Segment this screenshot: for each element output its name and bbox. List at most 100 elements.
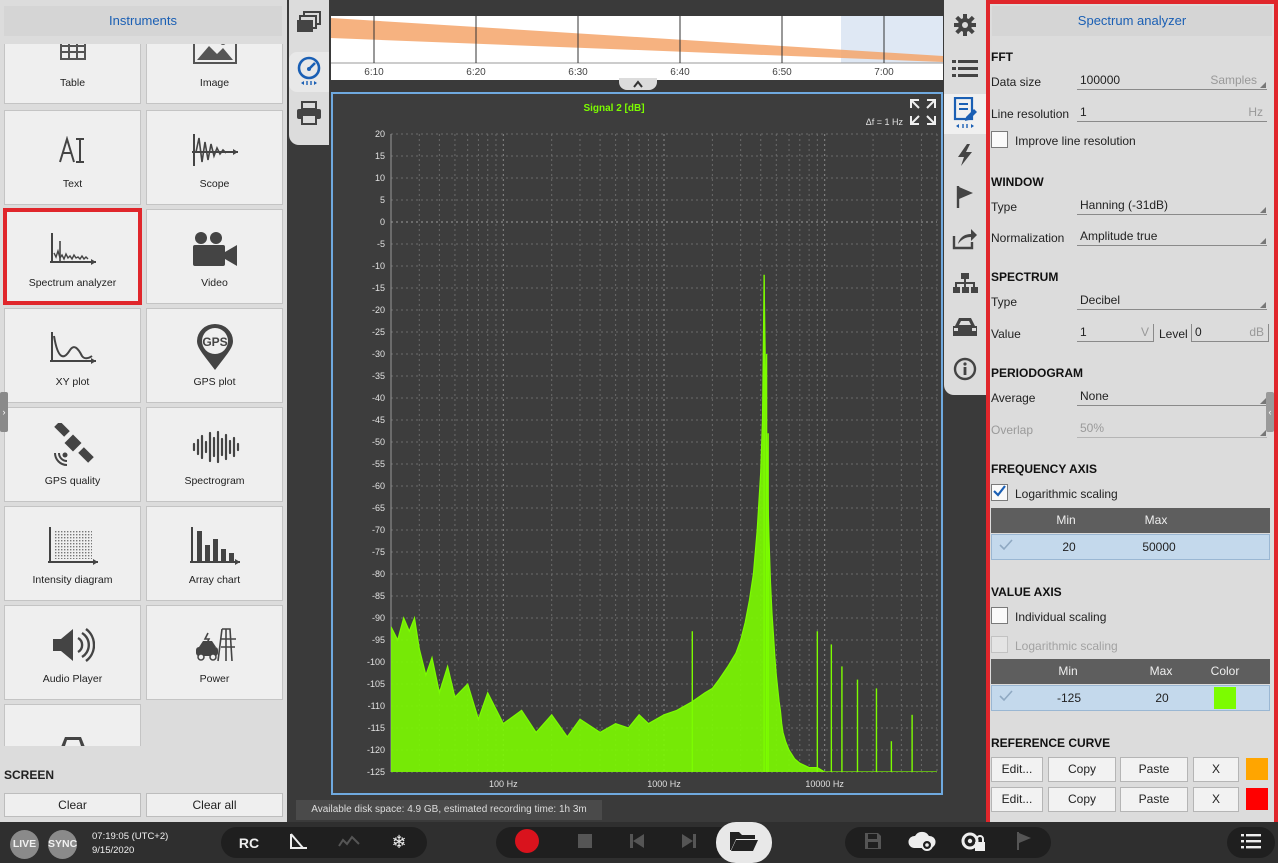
spectrum-level-unit: dB xyxy=(1249,325,1264,339)
right-collapse-handle[interactable]: ‹ xyxy=(1266,392,1274,432)
spectrum-plot-frame[interactable]: 20 15 10 5 0 -5 -10 -15 -20 -25 -30 -35 -40 -45 -50 -55… xyxy=(331,92,943,795)
improve-line-resolution-checkbox[interactable] xyxy=(991,131,1008,148)
record-button[interactable] xyxy=(510,827,544,858)
instrument-tile-gps-quality[interactable]: GPS quality xyxy=(4,407,141,502)
ref1-delete-button[interactable]: X xyxy=(1193,757,1239,782)
ref2-color-swatch[interactable] xyxy=(1246,788,1268,810)
info-button[interactable] xyxy=(944,350,986,390)
trigger-button[interactable] xyxy=(944,136,986,176)
vehicle-button[interactable] xyxy=(944,308,986,348)
y-tick-label: -100 xyxy=(367,657,385,667)
spectrum-value: 1 xyxy=(1080,325,1087,339)
text-icon xyxy=(5,125,140,175)
y-tick-label: -105 xyxy=(367,679,385,689)
y-tick-label: -65 xyxy=(372,503,385,513)
ref1-copy-button[interactable]: Copy xyxy=(1048,757,1116,782)
window-type-label: Type xyxy=(991,200,1018,214)
lock-settings-button[interactable] xyxy=(958,827,990,858)
individual-scaling-checkbox[interactable] xyxy=(991,607,1008,624)
freeze-button[interactable]: ❄ xyxy=(384,827,414,858)
chevron-up-icon xyxy=(632,78,644,92)
spectrum-type-dropdown[interactable]: Decibel xyxy=(1077,292,1267,310)
instrument-tile-intensity-diagram[interactable]: Intensity diagram xyxy=(4,506,141,601)
ref2-delete-button[interactable]: X xyxy=(1193,787,1239,812)
normalization-dropdown[interactable]: Amplitude true xyxy=(1077,228,1267,246)
instrument-tile-spectrum-analyzer[interactable]: Spectrum analyzer xyxy=(3,208,142,305)
fullscreen-icon[interactable] xyxy=(910,99,936,125)
x-tick-label: 100 Hz xyxy=(489,779,518,789)
instrument-tile-array-chart[interactable]: Array chart xyxy=(146,506,283,601)
properties-tab-button[interactable] xyxy=(944,94,986,134)
overview-timeline[interactable]: 6:10 6:20 6:30 6:40 6:50 7:00 xyxy=(331,16,943,80)
ref1-paste-button[interactable]: Paste xyxy=(1120,757,1188,782)
spectrum-value-label: Value xyxy=(991,327,1021,341)
export-button[interactable] xyxy=(944,220,986,260)
data-size-field[interactable]: 100000 Samples xyxy=(1077,72,1267,90)
print-button[interactable] xyxy=(289,94,329,134)
ref1-color-swatch[interactable] xyxy=(1246,758,1268,780)
frequency-min-value[interactable]: 20 xyxy=(1034,535,1104,559)
overview-svg: 6:10 6:20 6:30 6:40 6:50 7:00 xyxy=(331,16,943,78)
window-section-title: WINDOW xyxy=(991,175,1044,189)
instrument-tile-scope[interactable]: Scope xyxy=(146,110,283,205)
frequency-max-value[interactable]: 50000 xyxy=(1124,535,1194,559)
ref2-copy-button[interactable]: Copy xyxy=(1048,787,1116,812)
live-button[interactable]: LIVE xyxy=(10,830,39,859)
main-menu-button[interactable] xyxy=(1236,827,1266,858)
frequency-log-scaling-checkbox[interactable] xyxy=(991,484,1008,501)
list-button[interactable] xyxy=(944,50,986,90)
instruments-panel: Instruments Table Image Text Scope Spect… xyxy=(0,0,287,822)
layers-button[interactable] xyxy=(289,4,329,44)
value-table-row[interactable]: -125 20 xyxy=(991,685,1270,711)
instrument-tile-gps-plot[interactable]: GPS GPS plot xyxy=(146,308,283,403)
instrument-tile-vehicle[interactable] xyxy=(4,704,141,746)
instrument-tile-power[interactable]: Power xyxy=(146,605,283,700)
instrument-tile-audio-player[interactable]: Audio Player xyxy=(4,605,141,700)
ref2-paste-button[interactable]: Paste xyxy=(1120,787,1188,812)
value-max-value[interactable]: 20 xyxy=(1127,686,1197,710)
printer-icon xyxy=(296,100,322,128)
overview-collapse-handle[interactable] xyxy=(619,78,657,90)
instrument-tile-spectrogram[interactable]: Spectrogram xyxy=(146,407,283,502)
sync-button[interactable]: SYNC xyxy=(48,830,77,859)
value-color-swatch[interactable] xyxy=(1214,687,1236,709)
y-tick-label: -40 xyxy=(372,393,385,403)
instrument-tile-text[interactable]: Text xyxy=(4,110,141,205)
structure-button[interactable] xyxy=(944,264,986,304)
x-tick-label: 1000 Hz xyxy=(647,779,681,789)
line-resolution-field[interactable]: 1 Hz xyxy=(1077,104,1267,122)
left-collapse-handle[interactable]: › xyxy=(0,392,8,432)
clear-all-button[interactable]: Clear all xyxy=(146,793,283,817)
ref1-edit-button[interactable]: Edit... xyxy=(991,757,1043,782)
settings-button[interactable] xyxy=(944,6,986,46)
clear-button[interactable]: Clear xyxy=(4,793,141,817)
markers-button[interactable] xyxy=(944,178,986,218)
instruments-tab-button[interactable] xyxy=(289,52,329,92)
frequency-table-row[interactable]: 20 50000 xyxy=(991,534,1270,560)
rc-button[interactable]: RC xyxy=(232,827,266,858)
intensity-diagram-icon xyxy=(5,521,140,571)
open-file-button[interactable] xyxy=(716,822,772,863)
spectrum-value-field[interactable]: 1 V xyxy=(1077,324,1154,342)
skip-back-icon xyxy=(630,834,644,851)
fullscreen-icon-stroke xyxy=(926,115,936,125)
data-size-label: Data size xyxy=(991,75,1042,89)
instrument-tile-table[interactable]: Table xyxy=(4,44,141,104)
instrument-tile-xy-plot[interactable]: XY plot xyxy=(4,308,141,403)
cloud-settings-button[interactable] xyxy=(906,827,938,858)
y-tick-label: -30 xyxy=(372,349,385,359)
value-min-value[interactable]: -125 xyxy=(1034,686,1104,710)
spectrum-level-field[interactable]: 0 dB xyxy=(1191,324,1269,342)
ruler-button[interactable] xyxy=(284,827,314,858)
window-type-dropdown[interactable]: Hanning (-31dB) xyxy=(1077,197,1267,215)
satellite-icon xyxy=(5,422,140,472)
instrument-tile-video[interactable]: Video xyxy=(146,209,283,304)
flag-marker-button xyxy=(1010,827,1038,858)
gear-icon xyxy=(953,13,977,40)
spectrum-chart[interactable]: 20 15 10 5 0 -5 -10 -15 -20 -25 -30 -35 -40 -45 -50 -55… xyxy=(333,94,941,793)
ref2-edit-button[interactable]: Edit... xyxy=(991,787,1043,812)
instrument-tile-image[interactable]: Image xyxy=(146,44,283,104)
speaker-icon xyxy=(5,620,140,670)
data-size-value: 100000 xyxy=(1080,73,1121,87)
average-dropdown[interactable]: None xyxy=(1077,388,1267,406)
